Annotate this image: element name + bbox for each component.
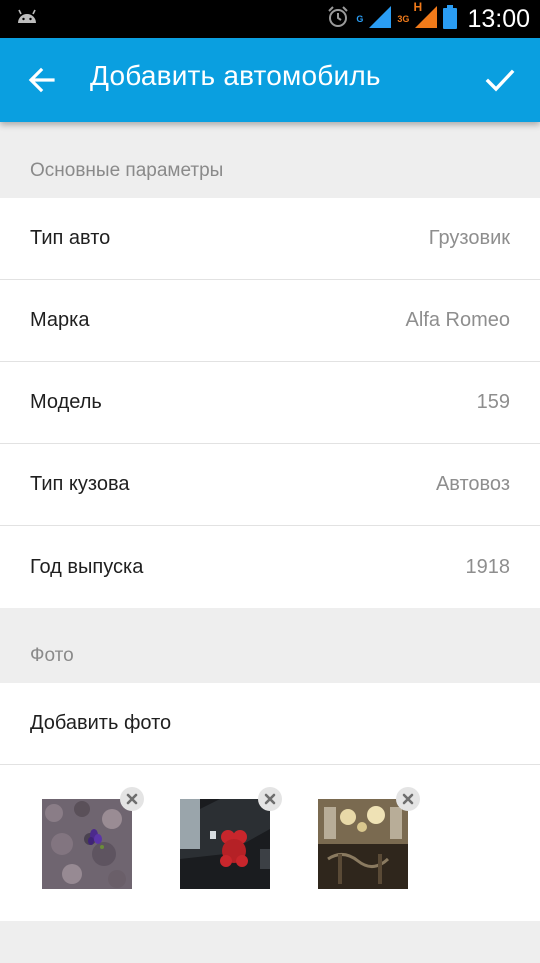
close-icon — [402, 793, 414, 805]
section-header-photo: Фото — [0, 608, 540, 683]
photo-thumbnail[interactable] — [42, 787, 144, 889]
row-value: Грузовик — [428, 227, 510, 249]
save-button[interactable] — [476, 56, 524, 104]
remove-photo-button[interactable] — [396, 787, 420, 811]
row-label: Марка — [30, 309, 90, 331]
chandelier-photo — [318, 799, 408, 889]
bear-photo — [180, 799, 270, 889]
check-icon — [485, 69, 515, 92]
network-g-label: G — [356, 14, 364, 24]
signal-h-icon: H — [413, 0, 438, 33]
remove-photo-button[interactable] — [258, 787, 282, 811]
bottom-section-peek — [0, 921, 540, 963]
photo-gallery — [0, 765, 540, 921]
close-icon — [264, 793, 276, 805]
row-year[interactable]: Год выпуска 1918 — [0, 526, 540, 608]
status-time: 13:00 — [467, 4, 530, 33]
remove-photo-button[interactable] — [120, 787, 144, 811]
arrow-left-icon — [28, 67, 55, 93]
row-label: Тип авто — [30, 227, 111, 249]
row-body-type[interactable]: Тип кузова Автовоз — [0, 444, 540, 526]
add-photo-label: Добавить фото — [30, 712, 172, 734]
network-3g-label: 3G — [397, 14, 410, 24]
add-photo-button[interactable]: Добавить фото — [0, 683, 540, 765]
photo-thumbnail[interactable] — [318, 787, 420, 889]
row-label: Модель — [30, 391, 102, 413]
row-value: Alfa Romeo — [405, 309, 511, 331]
alarm-icon — [326, 5, 350, 34]
back-button[interactable] — [18, 58, 66, 102]
row-model[interactable]: Модель 159 — [0, 362, 540, 444]
battery-icon — [443, 4, 458, 34]
row-vehicle-type[interactable]: Тип авто Грузовик — [0, 198, 540, 280]
signal-icon — [369, 5, 392, 33]
status-bar: G 3G H 13:00 — [0, 0, 540, 38]
row-label: Год выпуска — [30, 555, 144, 578]
app-bar: Добавить автомобиль — [0, 38, 540, 122]
flower-photo — [42, 799, 132, 889]
page-title: Добавить автомобиль — [90, 60, 381, 91]
section-header-main: Основные параметры — [0, 122, 540, 198]
row-brand[interactable]: Марка Alfa Romeo — [0, 280, 540, 362]
close-icon — [126, 793, 138, 805]
photo-thumbnail[interactable] — [180, 787, 282, 889]
network-h-label: H — [413, 0, 423, 14]
android-icon — [16, 9, 38, 32]
row-value: 159 — [476, 391, 510, 413]
row-label: Тип кузова — [30, 473, 130, 495]
row-value: Автовоз — [435, 473, 510, 495]
row-value: 1918 — [465, 555, 511, 578]
